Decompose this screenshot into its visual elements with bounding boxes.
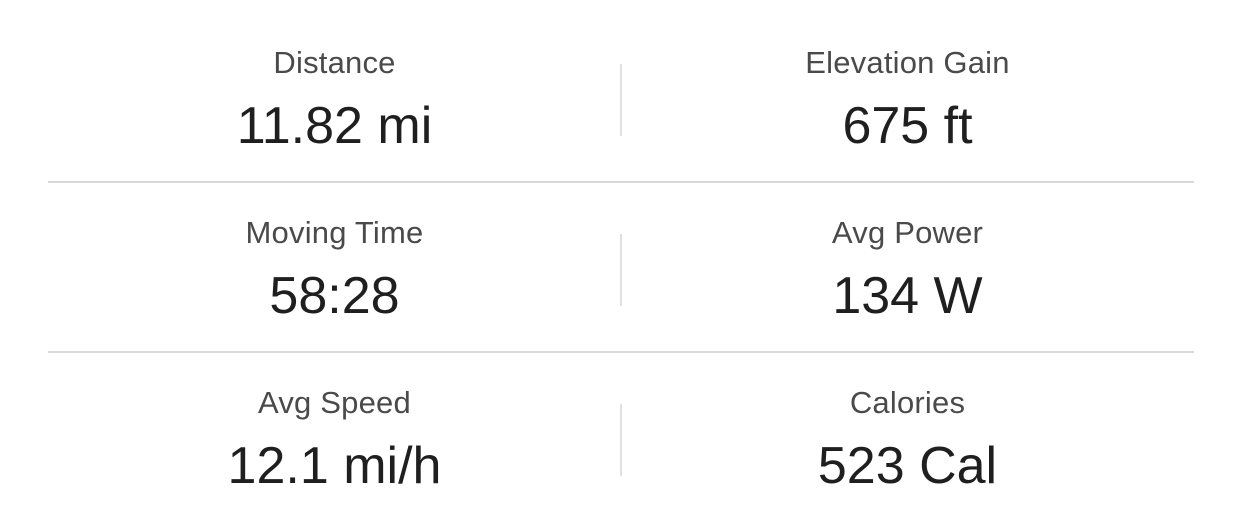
stat-avg-speed: Avg Speed 12.1 mi/h [48, 353, 621, 523]
stat-avg-power: Avg Power 134 W [621, 183, 1194, 353]
stat-label: Calories [849, 385, 966, 420]
stat-label: Elevation Gain [805, 45, 1010, 80]
stats-row-2: Moving Time 58:28 Avg Power 134 W [48, 183, 1194, 353]
stats-row-1: Distance 11.82 mi Elevation Gain 675 ft [48, 13, 1194, 183]
stat-value: 675 ft [842, 97, 973, 155]
stat-distance: Distance 11.82 mi [48, 13, 621, 183]
stat-value: 11.82 mi [236, 97, 433, 155]
stat-value: 58:28 [269, 267, 400, 325]
stat-label: Avg Power [831, 215, 984, 250]
stat-label: Distance [273, 45, 396, 80]
activity-stats-grid: Distance 11.82 mi Elevation Gain 675 ft … [0, 0, 1242, 532]
stat-value: 523 Cal [817, 437, 998, 495]
stat-label: Avg Speed [258, 385, 411, 420]
stat-calories: Calories 523 Cal [621, 353, 1194, 523]
stat-value: 134 W [832, 267, 983, 325]
stats-row-3: Avg Speed 12.1 mi/h Calories 523 Cal [48, 353, 1194, 523]
stat-elevation-gain: Elevation Gain 675 ft [621, 13, 1194, 183]
stat-label: Moving Time [245, 215, 424, 250]
stat-value: 12.1 mi/h [227, 437, 442, 495]
stat-moving-time: Moving Time 58:28 [48, 183, 621, 353]
